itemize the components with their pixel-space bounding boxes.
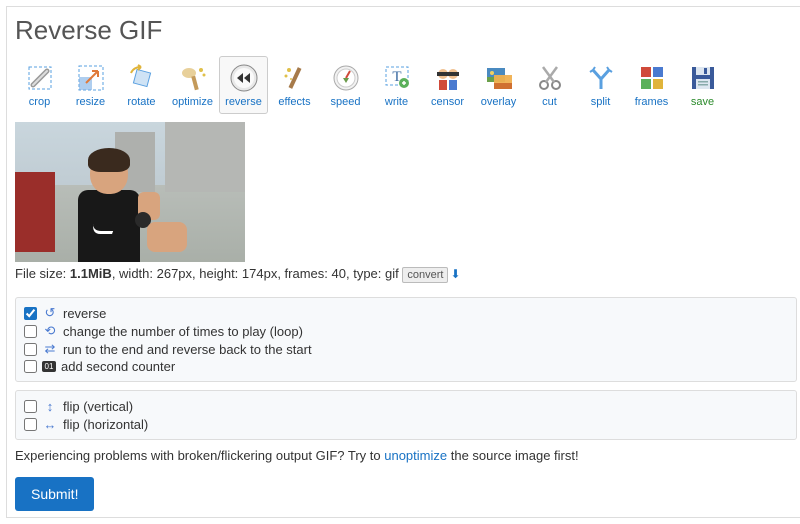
cut-icon bbox=[534, 62, 566, 94]
download-icon[interactable]: ⬇ bbox=[450, 267, 460, 281]
tool-label: resize bbox=[76, 96, 105, 108]
save-icon bbox=[687, 62, 719, 94]
file-frames: 40 bbox=[332, 266, 346, 281]
write-icon: T bbox=[381, 62, 413, 94]
tool-cut[interactable]: cut bbox=[525, 56, 574, 114]
tool-save[interactable]: save bbox=[678, 56, 727, 114]
resize-icon bbox=[75, 62, 107, 94]
submit-button[interactable]: Submit! bbox=[15, 477, 94, 511]
checkbox-flipv[interactable] bbox=[24, 400, 37, 413]
overlay-icon bbox=[483, 62, 515, 94]
option-label: add second counter bbox=[61, 359, 175, 374]
tool-censor[interactable]: censor bbox=[423, 56, 472, 114]
checkbox-counter[interactable] bbox=[24, 360, 37, 373]
rotate-icon bbox=[126, 62, 158, 94]
file-height: 174px bbox=[242, 266, 277, 281]
tool-reverse[interactable]: reverse bbox=[219, 56, 268, 114]
tool-split[interactable]: split bbox=[576, 56, 625, 114]
tool-label: overlay bbox=[481, 96, 516, 108]
tool-label: write bbox=[385, 96, 408, 108]
help-note: Experiencing problems with broken/flicke… bbox=[15, 448, 797, 463]
loop-arrows-icon: ⟲ bbox=[42, 323, 58, 339]
option-label: change the number of times to play (loop… bbox=[63, 324, 303, 339]
unoptimize-link[interactable]: unoptimize bbox=[384, 448, 447, 463]
frames-icon bbox=[636, 62, 668, 94]
tool-rotate[interactable]: rotate bbox=[117, 56, 166, 114]
option-label: reverse bbox=[63, 306, 106, 321]
tool-write[interactable]: Twrite bbox=[372, 56, 421, 114]
bounce-arrows-icon: ⇄ bbox=[42, 341, 58, 357]
option-label: run to the end and reverse back to the s… bbox=[63, 342, 312, 357]
tool-label: rotate bbox=[127, 96, 155, 108]
page-title: Reverse GIF bbox=[15, 15, 797, 46]
tool-label: optimize bbox=[172, 96, 213, 108]
tool-label: save bbox=[691, 96, 714, 108]
option-bounce[interactable]: ⇄ run to the end and reverse back to the … bbox=[24, 340, 788, 358]
option-counter[interactable]: 01 add second counter bbox=[24, 358, 788, 375]
crop-icon bbox=[24, 62, 56, 94]
tool-optimize[interactable]: optimize bbox=[168, 56, 217, 114]
tool-label: effects bbox=[278, 96, 310, 108]
reverse-icon bbox=[228, 62, 260, 94]
file-size-label: File size: bbox=[15, 266, 70, 281]
tool-speed[interactable]: speed bbox=[321, 56, 370, 114]
option-flip-vertical[interactable]: ↕ flip (vertical) bbox=[24, 397, 788, 415]
option-reverse[interactable]: ↺ reverse bbox=[24, 304, 788, 322]
tool-label: reverse bbox=[225, 96, 262, 108]
file-width: 267px bbox=[157, 266, 192, 281]
checkbox-bounce[interactable] bbox=[24, 343, 37, 356]
counter-box-icon: 01 bbox=[42, 361, 56, 372]
tool-overlay[interactable]: overlay bbox=[474, 56, 523, 114]
checkbox-fliph[interactable] bbox=[24, 418, 37, 431]
flip-vertical-icon: ↕ bbox=[42, 398, 58, 414]
effects-icon bbox=[279, 62, 311, 94]
tool-label: frames bbox=[635, 96, 669, 108]
tool-effects[interactable]: effects bbox=[270, 56, 319, 114]
option-loop[interactable]: ⟲ change the number of times to play (loo… bbox=[24, 322, 788, 340]
options-panel-1: ↺ reverse ⟲ change the number of times to … bbox=[15, 297, 797, 382]
convert-button[interactable]: convert bbox=[402, 267, 448, 283]
tool-resize[interactable]: resize bbox=[66, 56, 115, 114]
split-icon bbox=[585, 62, 617, 94]
tool-label: speed bbox=[331, 96, 361, 108]
censor-icon bbox=[432, 62, 464, 94]
optimize-icon bbox=[177, 62, 209, 94]
tool-crop[interactable]: crop bbox=[15, 56, 64, 114]
tool-frames[interactable]: frames bbox=[627, 56, 676, 114]
tool-label: crop bbox=[29, 96, 50, 108]
file-size-value: 1.1MiB bbox=[70, 266, 112, 281]
file-info: File size: 1.1MiB, width: 267px, height:… bbox=[15, 266, 797, 283]
checkbox-loop[interactable] bbox=[24, 325, 37, 338]
tool-label: split bbox=[591, 96, 611, 108]
toolbar: crop resize rotate optimize reverse effe… bbox=[15, 56, 797, 114]
options-panel-2: ↕ flip (vertical) ↔ flip (horizontal) bbox=[15, 390, 797, 440]
option-label: flip (vertical) bbox=[63, 399, 133, 414]
reverse-circle-icon: ↺ bbox=[42, 305, 58, 321]
file-type: gif bbox=[385, 266, 399, 281]
tool-label: cut bbox=[542, 96, 557, 108]
option-label: flip (horizontal) bbox=[63, 417, 148, 432]
gif-preview bbox=[15, 122, 245, 262]
option-flip-horizontal[interactable]: ↔ flip (horizontal) bbox=[24, 415, 788, 433]
speed-icon bbox=[330, 62, 362, 94]
checkbox-reverse[interactable] bbox=[24, 307, 37, 320]
flip-horizontal-icon: ↔ bbox=[42, 416, 58, 432]
tool-label: censor bbox=[431, 96, 464, 108]
